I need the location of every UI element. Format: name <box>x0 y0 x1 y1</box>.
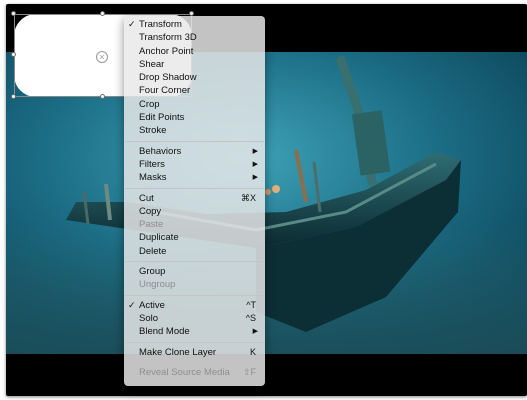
context-menu: ✓ Transform Transform 3D Anchor Point She… <box>124 16 265 386</box>
menu-group-submenus: Behaviors ▶ Filters ▶ Masks ▶ <box>124 145 265 185</box>
menu-separator <box>125 294 264 296</box>
shortcut-label: ⌘X <box>240 192 256 203</box>
anchor-point-icon[interactable]: × <box>96 51 108 63</box>
menu-item-group[interactable]: Group <box>124 265 265 278</box>
menu-item-make-clone-layer[interactable]: Make Clone Layer K <box>124 346 265 359</box>
menu-item-shear[interactable]: Shear <box>124 58 265 71</box>
menu-item-drop-shadow[interactable]: Drop Shadow <box>124 71 265 84</box>
menu-item-transform[interactable]: ✓ Transform <box>124 18 265 31</box>
menu-item-stroke[interactable]: Stroke <box>124 124 265 137</box>
menu-item-duplicate[interactable]: Duplicate <box>124 231 265 244</box>
menu-item-anchor-point[interactable]: Anchor Point <box>124 45 265 58</box>
menu-separator <box>125 140 264 142</box>
menu-item-crop[interactable]: Crop <box>124 98 265 111</box>
submenu-arrow-icon: ▶ <box>252 328 258 336</box>
menu-group-transform: ✓ Transform Transform 3D Anchor Point She… <box>124 18 265 138</box>
shortcut-label: K <box>249 346 256 357</box>
menu-group-reveal: Reveal Source Media ⇧F <box>124 366 265 379</box>
checkmark-icon: ✓ <box>128 299 136 310</box>
shortcut-label: ⇧F <box>242 366 256 377</box>
menu-item-ungroup: Ungroup <box>139 279 176 291</box>
submenu-arrow-icon: ▶ <box>252 160 258 168</box>
menu-group-edit: Cut ⌘X Copy Paste Duplicate Delete <box>124 192 265 258</box>
menu-item-four-corner[interactable]: Four Corner <box>124 84 265 97</box>
submenu-arrow-icon: ▶ <box>252 147 258 155</box>
menu-item-filters[interactable]: Filters ▶ <box>124 158 265 171</box>
resize-handle-bottom[interactable] <box>100 94 105 99</box>
menu-item-copy[interactable]: Copy <box>124 205 265 218</box>
menu-item-solo[interactable]: Solo ^S <box>124 312 265 325</box>
resize-handle-top-left[interactable] <box>11 11 16 16</box>
menu-item-active[interactable]: ✓ Active ^T <box>124 299 265 312</box>
shortcut-label: ^T <box>246 299 256 310</box>
menu-group-clone: Make Clone Layer K <box>124 346 265 359</box>
menu-group-group: Group Ungroup <box>124 265 265 292</box>
canvas-window: × ✓ Transform Transform 3D Anchor Point S… <box>0 0 527 400</box>
resize-handle-bottom-left[interactable] <box>11 94 16 99</box>
menu-item-masks[interactable]: Masks ▶ <box>124 171 265 184</box>
menu-item-transform-3d[interactable]: Transform 3D <box>124 31 265 44</box>
submenu-arrow-icon: ▶ <box>252 174 258 182</box>
menu-item-reveal-source-media: Reveal Source Media ⇧F <box>139 366 256 378</box>
menu-item-delete[interactable]: Delete <box>124 245 265 258</box>
menu-item-cut[interactable]: Cut ⌘X <box>124 192 265 205</box>
menu-group-layer: ✓ Active ^T Solo ^S Blend Mode ▶ <box>124 299 265 339</box>
menu-item-edit-points[interactable]: Edit Points <box>124 111 265 124</box>
menu-item-blend-mode[interactable]: Blend Mode ▶ <box>124 325 265 338</box>
menu-separator <box>125 341 264 343</box>
shortcut-label: ^S <box>245 312 256 323</box>
menu-separator <box>125 261 264 263</box>
menu-item-paste: Paste <box>139 219 164 231</box>
resize-handle-left[interactable] <box>11 52 16 57</box>
menu-separator <box>125 187 264 189</box>
shipwreck-image <box>6 52 527 354</box>
checkmark-icon: ✓ <box>128 19 136 29</box>
menu-separator <box>125 361 264 363</box>
resize-handle-top[interactable] <box>100 11 105 16</box>
menu-item-behaviors[interactable]: Behaviors ▶ <box>124 145 265 158</box>
